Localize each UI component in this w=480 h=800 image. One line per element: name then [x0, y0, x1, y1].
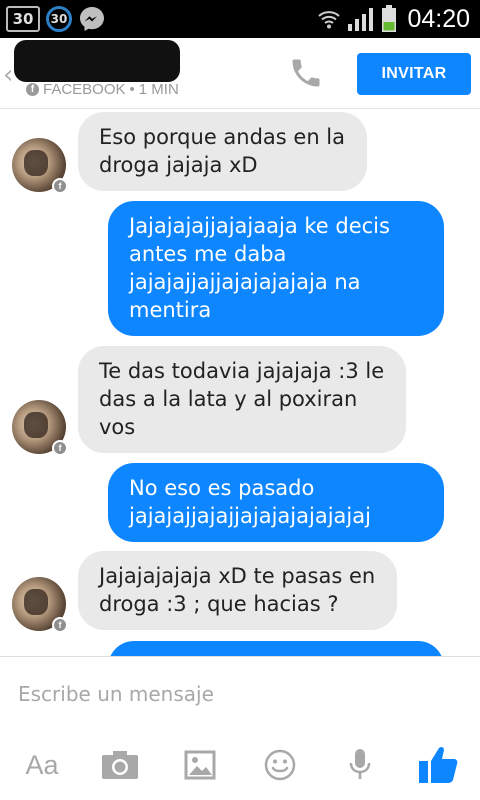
contact-avatar[interactable]: f: [12, 138, 68, 194]
composer-toolbar: Aa: [0, 743, 480, 795]
last-active-label: 1 MIN: [138, 81, 179, 98]
thumbs-up-icon: [419, 746, 458, 783]
gallery-button[interactable]: [178, 743, 222, 787]
microphone-icon: [349, 749, 371, 779]
message-list[interactable]: Eso porque andas en la droga jajaja xD f…: [0, 110, 480, 656]
notification-badge-circle: 30: [46, 6, 72, 32]
voice-button[interactable]: [338, 743, 382, 787]
notification-badge-box: 30: [6, 6, 40, 32]
separator-dot: •: [129, 81, 135, 98]
contact-subtitle: f FACEBOOK • 1 MIN: [26, 81, 179, 98]
like-button[interactable]: [416, 743, 460, 787]
facebook-badge-icon: f: [52, 178, 68, 194]
image-icon: [184, 750, 216, 780]
battery-icon: [382, 5, 397, 32]
messenger-icon: [80, 7, 104, 31]
message-bubble-incoming[interactable]: Eso porque andas en la droga jajaja xD: [78, 112, 368, 191]
contact-name[interactable]: C__________ V: [14, 40, 180, 82]
message-bubble-outgoing[interactable]: No eso es pasado jajajajjajajjajajajajaj…: [108, 463, 444, 542]
message-composer: Aa: [0, 656, 480, 800]
status-bar: 30 30 04:20: [0, 0, 480, 38]
text-format-button[interactable]: Aa: [20, 743, 64, 787]
facebook-badge-icon: f: [52, 617, 68, 633]
conversation-header: ‹ C__________ V f FACEBOOK • 1 MIN INVIT…: [0, 38, 480, 109]
message-bubble-outgoing[interactable]: [108, 641, 444, 656]
source-label: FACEBOOK: [43, 81, 126, 98]
facebook-badge-icon: f: [52, 440, 68, 456]
wifi-icon: [318, 11, 341, 29]
signal-icon: [348, 8, 374, 31]
contact-avatar[interactable]: f: [12, 577, 68, 633]
invite-button[interactable]: INVITAR: [357, 53, 471, 95]
back-chevron-icon[interactable]: ‹: [3, 60, 13, 90]
contact-avatar[interactable]: f: [12, 400, 68, 456]
camera-button[interactable]: [98, 743, 142, 787]
message-input[interactable]: [18, 679, 458, 709]
smiley-icon: [264, 749, 296, 781]
facebook-icon: f: [26, 83, 39, 96]
clock: 04:20: [407, 4, 470, 33]
message-bubble-incoming[interactable]: Te das todavia jajajaja :3 le das a la l…: [78, 346, 407, 453]
message-bubble-incoming[interactable]: Jajajajajaja xD te pasas en droga :3 ; q…: [78, 551, 398, 630]
message-bubble-outgoing[interactable]: Jajajajajjajajaaja ke decis antes me dab…: [108, 201, 444, 336]
emoji-button[interactable]: [258, 743, 302, 787]
phone-call-icon[interactable]: [288, 55, 324, 91]
camera-icon: [102, 751, 138, 779]
